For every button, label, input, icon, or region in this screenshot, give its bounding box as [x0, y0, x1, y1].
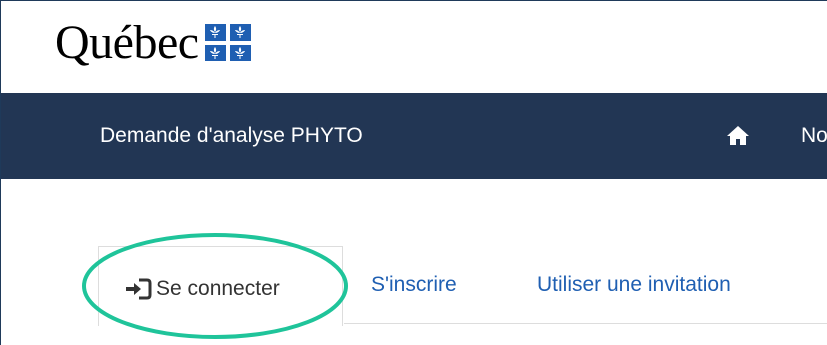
tab-sign-in-content: Se connecter — [124, 277, 280, 301]
tab-use-invitation[interactable]: Utiliser une invitation — [537, 273, 731, 297]
auth-tabs: Se connecter S'inscrire Utiliser une inv… — [98, 246, 827, 326]
fleur-de-lis-icon — [204, 44, 226, 61]
frame-top-border — [0, 0, 827, 1]
quebec-flag-icon — [204, 24, 251, 61]
site-title-link[interactable]: Demande d'analyse PHYTO — [100, 124, 363, 148]
nav-item-truncated[interactable]: No — [801, 124, 827, 148]
tab-register[interactable]: S'inscrire — [371, 273, 457, 297]
fleur-de-lis-icon — [229, 24, 251, 41]
logo-text: Québec — [55, 16, 199, 69]
tab-sign-in-label: Se connecter — [156, 277, 280, 300]
fleur-de-lis-icon — [204, 24, 226, 41]
home-icon[interactable] — [726, 123, 750, 147]
sign-in-icon — [124, 278, 152, 300]
tab-baseline-divider — [344, 323, 827, 324]
fleur-de-lis-icon — [229, 44, 251, 61]
page: Québec Demande d'analyse PHYTO No Se con… — [0, 0, 827, 345]
tab-sign-in[interactable]: Se connecter — [98, 246, 343, 326]
main-navbar: Demande d'analyse PHYTO No — [1, 93, 827, 179]
quebec-logo[interactable]: Québec — [55, 18, 251, 68]
